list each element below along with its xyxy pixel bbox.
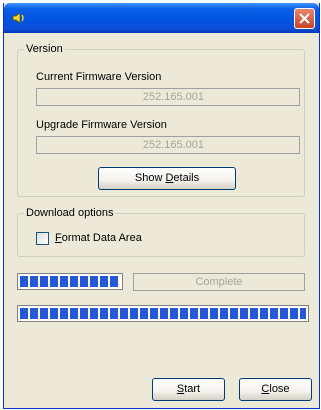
- download-options-legend: Download options: [26, 207, 114, 219]
- close-icon: [299, 13, 310, 24]
- upgrade-firmware-field: 252.165.001: [36, 136, 300, 154]
- close-window-button[interactable]: [294, 8, 315, 29]
- format-suffix: ormat Data Area: [61, 232, 142, 244]
- start-button[interactable]: Start: [152, 378, 225, 401]
- speaker-icon: [11, 10, 27, 26]
- start-suffix: tart: [184, 383, 201, 395]
- step-progress-fill: [20, 276, 120, 287]
- total-progress-fill: [20, 308, 306, 319]
- close-suffix: lose: [269, 383, 290, 395]
- format-data-area-label[interactable]: Format Data Area: [55, 232, 142, 244]
- close-button[interactable]: Close: [239, 378, 312, 401]
- firmware-dialog: Version Current Firmware Version 252.165…: [3, 3, 320, 409]
- show-details-prefix: Show: [134, 172, 166, 184]
- total-progress-bar: [17, 305, 309, 322]
- format-accel: F: [55, 232, 62, 244]
- step-progress-bar: [17, 273, 123, 290]
- current-firmware-field: 252.165.001: [36, 88, 300, 106]
- version-legend: Version: [26, 43, 63, 55]
- current-firmware-label: Current Firmware Version: [36, 71, 162, 83]
- title-bar[interactable]: [4, 3, 319, 33]
- status-field: Complete: [133, 273, 305, 291]
- format-data-area-checkbox[interactable]: [36, 232, 49, 245]
- show-details-button[interactable]: Show Details: [98, 167, 236, 190]
- show-details-suffix: etails: [173, 172, 200, 184]
- upgrade-firmware-label: Upgrade Firmware Version: [36, 119, 167, 131]
